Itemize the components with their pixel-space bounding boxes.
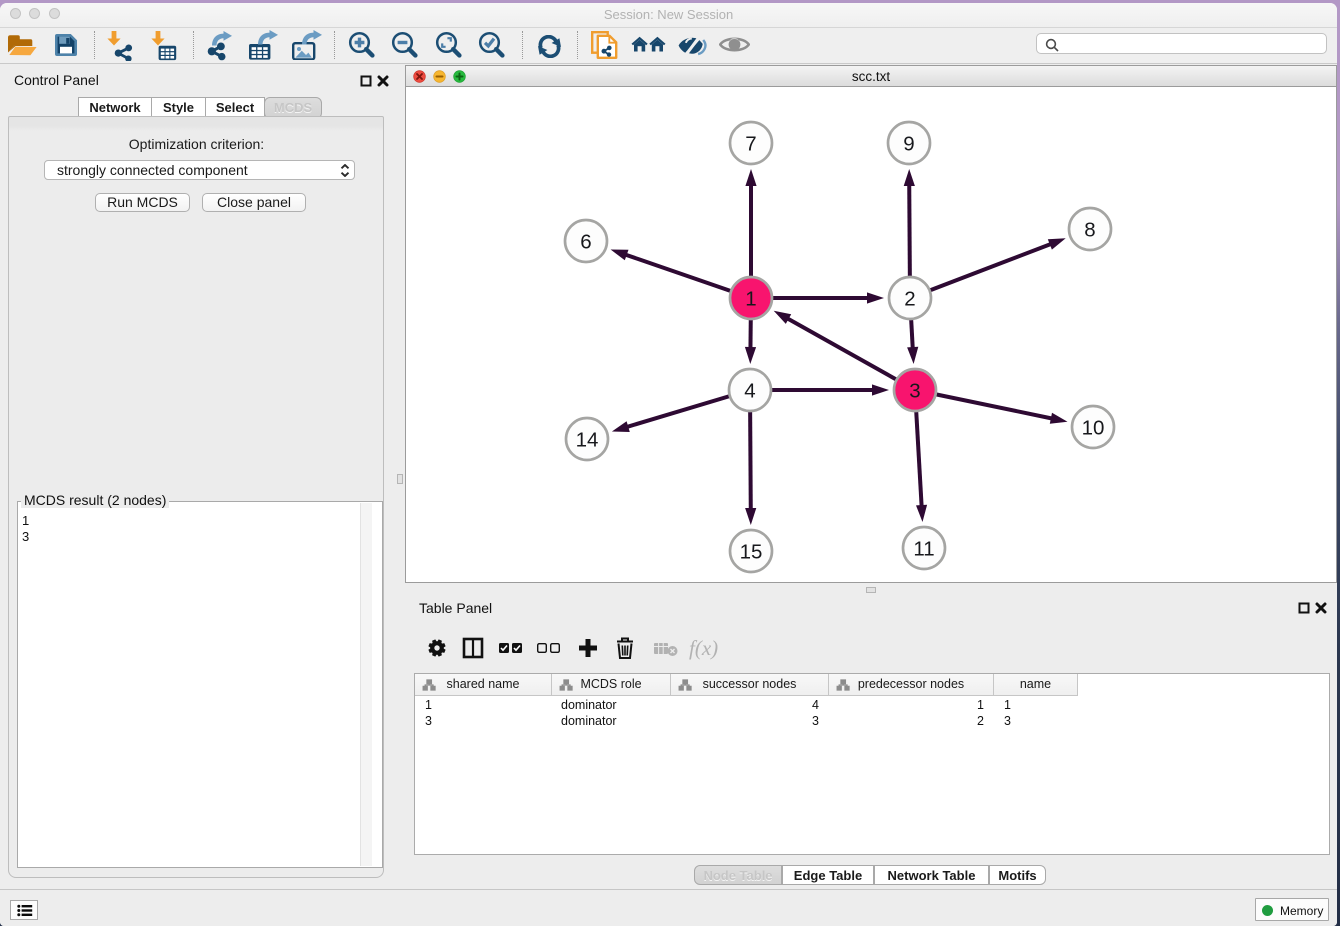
svg-text:7: 7 [745, 132, 756, 155]
svg-text:3: 3 [909, 379, 920, 402]
svg-text:11: 11 [913, 537, 934, 560]
svg-text:8: 8 [1084, 218, 1095, 241]
svg-text:9: 9 [903, 132, 914, 155]
svg-text:10: 10 [1082, 416, 1105, 439]
svg-text:4: 4 [744, 379, 755, 402]
svg-text:15: 15 [740, 540, 763, 563]
svg-text:1: 1 [745, 287, 756, 310]
svg-text:14: 14 [576, 428, 599, 451]
svg-text:2: 2 [904, 287, 915, 310]
svg-text:6: 6 [580, 230, 591, 253]
